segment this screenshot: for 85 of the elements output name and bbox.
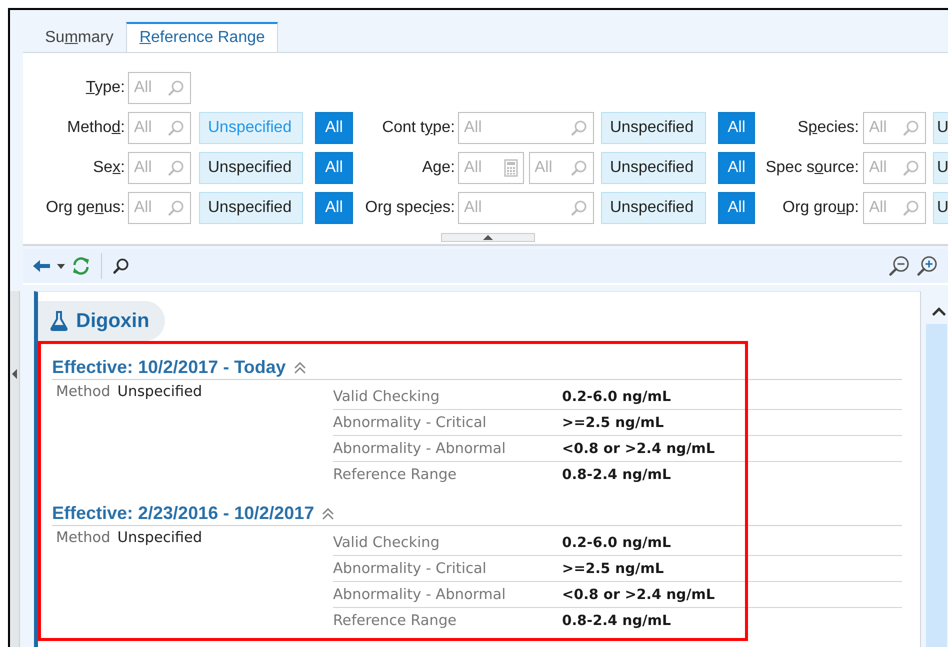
search-icon bbox=[167, 159, 185, 177]
analyte-title: Digoxin bbox=[76, 310, 150, 332]
range-label: Valid Checking bbox=[333, 388, 441, 404]
tab[interactable]: Summary bbox=[32, 22, 126, 52]
filter-label: Org species: bbox=[365, 199, 455, 217]
filter-field[interactable]: All bbox=[458, 192, 594, 224]
filter-toggle-button[interactable]: All bbox=[718, 152, 755, 184]
filter-field[interactable]: All bbox=[128, 112, 191, 144]
collapse-chevron-icon[interactable] bbox=[294, 362, 306, 374]
search-icon bbox=[570, 159, 588, 177]
filter-field[interactable]: All bbox=[458, 112, 594, 144]
method-value: Unspecified bbox=[117, 384, 202, 400]
range-value: 0.2-6.0 ng/mL bbox=[562, 388, 671, 404]
method-label: Method bbox=[56, 530, 110, 546]
collapse-chevron-icon[interactable] bbox=[322, 508, 334, 520]
search-icon bbox=[570, 199, 588, 217]
filter-toggle-button[interactable]: Unspecified bbox=[601, 112, 706, 144]
side-panel-toggle[interactable] bbox=[10, 291, 20, 647]
filter-label: Spec source: bbox=[766, 159, 859, 177]
filter-toggle-button[interactable]: All bbox=[315, 152, 353, 184]
filter-label: Age: bbox=[422, 159, 455, 177]
search-icon bbox=[167, 79, 185, 97]
filter-field[interactable]: All bbox=[863, 112, 926, 144]
caret-icon[interactable] bbox=[57, 264, 65, 268]
filter-toggle-button[interactable]: Unspecified bbox=[199, 152, 303, 184]
range-value: >=2.5 ng/mL bbox=[562, 414, 664, 430]
zoom-in-icon[interactable] bbox=[916, 255, 938, 277]
filter-label: Species: bbox=[798, 119, 859, 137]
filter-field[interactable]: All bbox=[128, 72, 191, 104]
search-icon bbox=[570, 119, 588, 137]
range-label: Reference Range bbox=[333, 466, 458, 482]
range-label: Abnormality - Critical bbox=[333, 414, 488, 430]
method-label: Method bbox=[56, 384, 110, 400]
filter-toggle-button[interactable]: All bbox=[315, 192, 353, 224]
range-label: Abnormality - Abnormal bbox=[333, 440, 507, 456]
range-label: Valid Checking bbox=[333, 534, 441, 550]
filter-label: Sex: bbox=[92, 159, 125, 177]
collapse-icon bbox=[483, 235, 493, 240]
filter-label: Cont type: bbox=[382, 119, 455, 137]
back-arrow-icon[interactable] bbox=[33, 259, 51, 273]
range-value: <0.8 or >2.4 ng/mL bbox=[562, 440, 715, 456]
filter-label: Org group: bbox=[782, 199, 859, 217]
range-value: 0.8-2.4 ng/mL bbox=[562, 612, 671, 628]
tab[interactable]: Reference Range bbox=[126, 22, 278, 53]
scroll-up-icon[interactable] bbox=[932, 307, 946, 316]
filter-toggle-button[interactable]: U bbox=[933, 112, 948, 144]
zoom-out-icon[interactable] bbox=[888, 255, 910, 277]
filter-toggle-button[interactable]: All bbox=[718, 112, 755, 144]
range-label: Abnormality - Critical bbox=[333, 560, 488, 576]
search-icon bbox=[902, 159, 920, 177]
range-value: 0.2-6.0 ng/mL bbox=[562, 534, 671, 550]
search-icon bbox=[902, 119, 920, 137]
filter-field[interactable]: All bbox=[863, 192, 926, 224]
collapse-left-icon bbox=[12, 369, 17, 379]
filter-label: Org genus: bbox=[46, 199, 125, 217]
refresh-icon[interactable] bbox=[71, 256, 91, 276]
filter-field[interactable]: All bbox=[128, 152, 191, 184]
filter-toggle-button[interactable]: Unspecified bbox=[601, 192, 706, 224]
range-label: Abnormality - Abnormal bbox=[333, 586, 507, 602]
filter-toggle-button[interactable]: U bbox=[933, 152, 948, 184]
range-label: Reference Range bbox=[333, 612, 458, 628]
filter-field[interactable]: All bbox=[528, 152, 594, 184]
calculator-icon bbox=[504, 159, 518, 177]
filter-label: Method: bbox=[67, 119, 125, 137]
effective-heading: Effective: 2/23/2016 - 10/2/2017 bbox=[52, 503, 314, 524]
search-icon bbox=[167, 119, 185, 137]
filter-label: Type: bbox=[86, 79, 125, 97]
filter-toggle-button[interactable]: Unspecified bbox=[601, 152, 706, 184]
collapse-handle[interactable] bbox=[441, 233, 535, 242]
filter-field[interactable]: All bbox=[128, 192, 191, 224]
filter-toggle-button[interactable]: U bbox=[933, 192, 948, 224]
effective-heading: Effective: 10/2/2017 - Today bbox=[52, 357, 286, 378]
search-icon[interactable] bbox=[112, 257, 130, 275]
range-value: <0.8 or >2.4 ng/mL bbox=[562, 586, 715, 602]
filter-toggle-button[interactable]: All bbox=[718, 192, 755, 224]
range-value: 0.8-2.4 ng/mL bbox=[562, 466, 671, 482]
method-value: Unspecified bbox=[117, 530, 202, 546]
filter-toggle-button[interactable]: Unspecified bbox=[199, 192, 303, 224]
filter-toggle-button[interactable]: All bbox=[315, 112, 353, 144]
flask-icon bbox=[50, 311, 68, 331]
search-icon bbox=[902, 199, 920, 217]
range-value: >=2.5 ng/mL bbox=[562, 560, 664, 576]
search-icon bbox=[167, 199, 185, 217]
filter-field[interactable]: All bbox=[458, 152, 524, 184]
filter-field[interactable]: All bbox=[863, 152, 926, 184]
